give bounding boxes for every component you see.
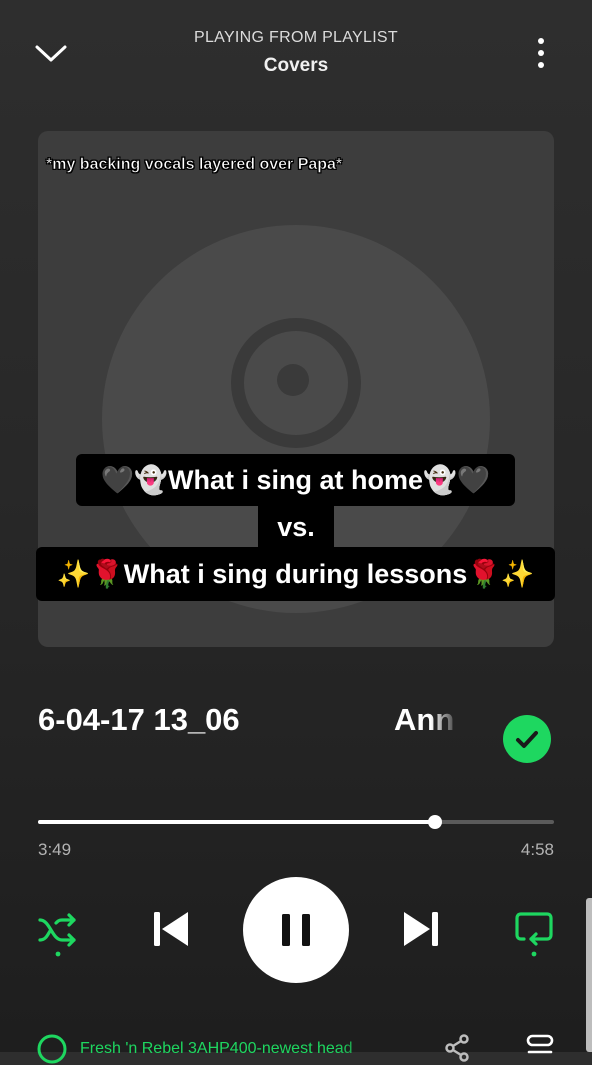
progress-handle[interactable] [427, 815, 442, 829]
progress-fill [38, 820, 435, 824]
disc-center [277, 364, 309, 396]
playing-from-label: PLAYING FROM PLAYLIST [194, 29, 398, 46]
total-time: 4:58 [520, 840, 554, 859]
skip-next-icon[interactable] [400, 908, 442, 950]
track-title[interactable]: 6-04-17 13_06 [38, 702, 258, 738]
queue-icon[interactable] [526, 1032, 554, 1060]
check-icon [516, 731, 538, 748]
pause-icon [282, 914, 310, 946]
play-pause-button[interactable] [243, 877, 349, 983]
repeat-icon[interactable] [512, 908, 556, 958]
saved-check-button[interactable] [503, 715, 551, 763]
connected-device-icon[interactable] [36, 1033, 68, 1065]
shuffle-icon[interactable] [36, 908, 80, 958]
caption-line-1: 🖤👻What i sing at home👻🖤 [76, 454, 515, 506]
disc-ring [231, 318, 361, 448]
track-title-text: 6-04-17 13_06 [38, 702, 240, 737]
elapsed-time: 3:49 [38, 840, 72, 859]
scrollbar[interactable] [586, 898, 592, 1052]
more-vertical-icon[interactable] [528, 36, 554, 72]
caption-line-2: vs. [258, 506, 334, 548]
progress-bar[interactable] [38, 815, 554, 829]
playlist-name[interactable]: Covers [0, 55, 592, 77]
skip-previous-icon[interactable] [150, 908, 192, 950]
share-icon[interactable] [442, 1032, 472, 1062]
caption-line-3: ✨🌹What i sing during lessons🌹✨ [36, 547, 555, 601]
connected-device-label[interactable]: Fresh 'n Rebel 3AHP400-newest head [80, 1040, 400, 1058]
caption-top: *my backing vocals layered over Papa* [46, 156, 343, 174]
track-artist[interactable]: Ann [394, 702, 460, 738]
